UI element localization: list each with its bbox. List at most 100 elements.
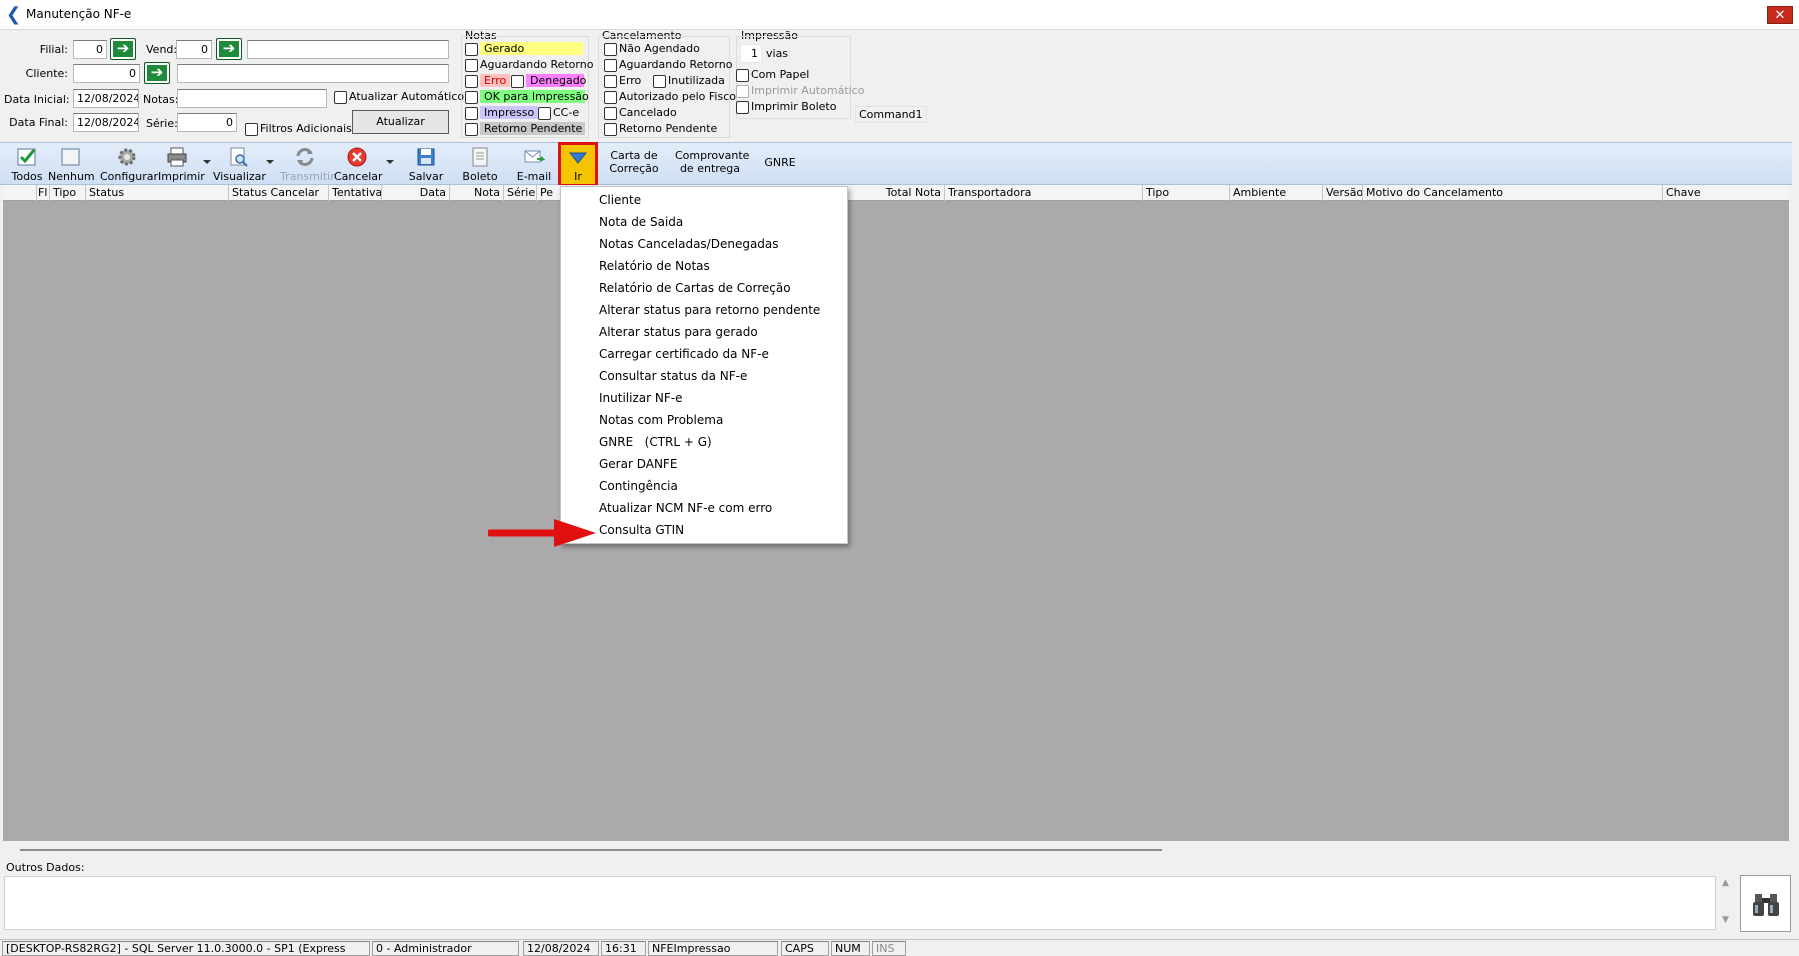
check-all-icon bbox=[17, 148, 36, 166]
command1-button[interactable]: Command1 bbox=[855, 106, 927, 123]
visualizar-dropdown-chevron-icon[interactable] bbox=[266, 160, 274, 164]
vend-input[interactable]: 0 bbox=[176, 40, 212, 59]
serie-input[interactable]: 0 bbox=[177, 113, 237, 132]
cce-checkbox[interactable]: CC-e bbox=[538, 106, 579, 121]
cancel-erro-checkbox[interactable]: Erro bbox=[604, 74, 641, 89]
cancel-retorno-pendente-checkbox[interactable]: Retorno Pendente bbox=[604, 122, 717, 137]
grid-col-serie[interactable]: Série bbox=[504, 185, 537, 201]
erro-label: Erro bbox=[480, 74, 511, 87]
cancelado-checkbox[interactable]: Cancelado bbox=[604, 106, 677, 121]
menu-item-relatorio-cartas[interactable]: Relatório de Cartas de Correção bbox=[599, 281, 791, 295]
close-button[interactable]: ✕ bbox=[1767, 6, 1793, 24]
grid-col-nota[interactable]: Nota bbox=[450, 185, 504, 201]
imprimir-dropdown-chevron-icon[interactable] bbox=[203, 160, 211, 164]
imprimir-boleto-checkbox[interactable]: Imprimir Boleto bbox=[736, 100, 836, 115]
back-arrow-icon[interactable]: ❮ bbox=[6, 6, 22, 24]
grid-col-status[interactable]: Status bbox=[86, 185, 229, 201]
status-caps: CAPS bbox=[781, 941, 829, 956]
com-papel-checkbox[interactable]: Com Papel bbox=[736, 68, 809, 83]
data-final-input[interactable]: 12/08/2024 bbox=[73, 113, 139, 132]
retorno-pendente-notas-checkbox[interactable]: Retorno Pendente bbox=[465, 122, 585, 137]
grid-col-tipo[interactable]: Tipo bbox=[50, 185, 86, 201]
grid-col-fl[interactable]: Fl bbox=[37, 185, 50, 201]
ir-button[interactable]: Ir bbox=[558, 142, 598, 187]
imprimir-automatico-checkbox[interactable]: Imprimir Automático bbox=[736, 84, 864, 99]
menu-item-notas-canceladas[interactable]: Notas Canceladas/Denegadas bbox=[599, 237, 779, 251]
grid-col-ambiente[interactable]: Ambiente bbox=[1230, 185, 1323, 201]
menu-item-atualizar-ncm[interactable]: Atualizar NCM NF-e com erro bbox=[599, 501, 772, 515]
cliente-input[interactable]: 0 bbox=[73, 64, 140, 83]
boleto-button[interactable]: Boleto bbox=[458, 143, 502, 186]
vend-name-field[interactable] bbox=[247, 40, 449, 59]
nenhum-button[interactable]: Nenhum bbox=[48, 143, 95, 186]
horizontal-scrollbar[interactable] bbox=[20, 849, 1162, 851]
grid-col-chave[interactable]: Chave bbox=[1663, 185, 1789, 201]
transmitir-label: Transmitir bbox=[280, 170, 335, 183]
scroll-down-icon[interactable]: ▼ bbox=[1722, 915, 1729, 925]
grid-col-status-cancelar[interactable]: Status Cancelar bbox=[229, 185, 329, 201]
data-inicial-input[interactable]: 12/08/2024 bbox=[73, 89, 139, 108]
todos-button[interactable]: Todos bbox=[8, 143, 46, 186]
menu-item-consultar-status[interactable]: Consultar status da NF-e bbox=[599, 369, 747, 383]
salvar-button[interactable]: Salvar bbox=[404, 143, 448, 186]
erro-checkbox[interactable]: Erro bbox=[465, 74, 511, 89]
grid-col-transportadora[interactable]: Transportadora bbox=[945, 185, 1143, 201]
inutilizada-checkbox[interactable]: Inutilizada bbox=[653, 74, 725, 89]
menu-item-relatorio-notas[interactable]: Relatório de Notas bbox=[599, 259, 710, 273]
cancel-aguardando-retorno-checkbox[interactable]: Aguardando Retorno bbox=[604, 58, 732, 73]
nao-agendado-checkbox[interactable]: Não Agendado bbox=[604, 42, 700, 57]
gnre-button[interactable]: GNRE bbox=[762, 156, 798, 169]
atualizar-automatico-checkbox[interactable]: Atualizar Automático bbox=[334, 90, 464, 105]
vias-input[interactable]: 1 bbox=[740, 44, 762, 63]
grid-col-tentativa[interactable]: Tentativa bbox=[329, 185, 382, 201]
ok-impressao-checkbox[interactable]: OK para Impressão bbox=[465, 90, 589, 105]
cancelar-dropdown-chevron-icon[interactable] bbox=[386, 160, 394, 164]
menu-item-contingencia[interactable]: Contingência bbox=[599, 479, 678, 493]
menu-item-carregar-certificado[interactable]: Carregar certificado da NF-e bbox=[599, 347, 769, 361]
binoculars-search-button[interactable] bbox=[1740, 875, 1791, 932]
atualizar-button[interactable]: Atualizar bbox=[352, 110, 449, 134]
grid-col-selector[interactable] bbox=[3, 185, 37, 201]
status-server: [DESKTOP-RS82RG2] - SQL Server 11.0.3000… bbox=[2, 941, 370, 956]
status-user: 0 - Administrador bbox=[372, 941, 519, 956]
grid-col-total-nota[interactable]: Total Nota bbox=[867, 185, 945, 201]
menu-item-gerar-danfe[interactable]: Gerar DANFE bbox=[599, 457, 677, 471]
grid-col-motivo-cancelamento[interactable]: Motivo do Cancelamento bbox=[1363, 185, 1663, 201]
visualizar-button[interactable]: Visualizar bbox=[213, 143, 266, 186]
grid-col-tipo-2[interactable]: Tipo bbox=[1143, 185, 1230, 201]
notas-input[interactable] bbox=[177, 89, 327, 108]
configurar-button[interactable]: Configurar bbox=[100, 143, 158, 186]
menu-item-consulta-gtin[interactable]: Consulta GTIN bbox=[599, 523, 684, 537]
autorizado-fisco-checkbox[interactable]: Autorizado pelo Fisco bbox=[604, 90, 736, 105]
denegado-checkbox[interactable]: Denegado bbox=[511, 74, 586, 89]
carta-correcao-button[interactable]: Carta de Correção bbox=[609, 149, 659, 175]
email-button[interactable]: E-mail bbox=[512, 143, 556, 186]
menu-item-notas-problema[interactable]: Notas com Problema bbox=[599, 413, 723, 427]
transmitir-button[interactable]: Transmitir bbox=[280, 143, 335, 186]
scroll-up-icon[interactable]: ▲ bbox=[1722, 878, 1729, 888]
menu-item-nota-saida[interactable]: Nota de Saida bbox=[599, 215, 683, 229]
aguardando-retorno-checkbox[interactable]: Aguardando Retorno bbox=[465, 58, 593, 73]
menu-item-cliente[interactable]: Cliente bbox=[599, 193, 641, 207]
cancelar-button[interactable]: Cancelar bbox=[334, 143, 383, 186]
filtros-adicionais-checkbox[interactable]: Filtros Adicionais bbox=[245, 122, 352, 137]
grid-col-data[interactable]: Data bbox=[382, 185, 450, 201]
impresso-checkbox[interactable]: Impresso bbox=[465, 106, 539, 121]
outros-dados-textarea[interactable] bbox=[4, 876, 1716, 930]
filial-go-button[interactable]: ➔ bbox=[110, 38, 136, 60]
grid-header: Fl Tipo Status Status Cancelar Tentativa… bbox=[3, 185, 1789, 201]
menu-item-inutilizar[interactable]: Inutilizar NF-e bbox=[599, 391, 682, 405]
grid-col-versao[interactable]: Versão bbox=[1323, 185, 1363, 201]
cliente-name-field[interactable] bbox=[177, 64, 449, 83]
vend-go-button[interactable]: ➔ bbox=[216, 38, 242, 60]
cliente-go-button[interactable]: ➔ bbox=[144, 62, 170, 84]
menu-item-status-gerado[interactable]: Alterar status para gerado bbox=[599, 325, 758, 339]
menu-item-gnre[interactable]: GNRE (CTRL + G) bbox=[599, 435, 712, 449]
gerado-checkbox[interactable]: Gerado bbox=[465, 42, 583, 57]
imprimir-button[interactable]: Imprimir bbox=[158, 143, 205, 186]
filial-input[interactable]: 0 bbox=[73, 40, 107, 59]
grid-body[interactable] bbox=[3, 201, 1789, 841]
boleto-document-icon bbox=[472, 147, 488, 167]
menu-item-status-retorno-pendente[interactable]: Alterar status para retorno pendente bbox=[599, 303, 820, 317]
comprovante-entrega-button[interactable]: Comprovante de entrega bbox=[675, 149, 749, 175]
